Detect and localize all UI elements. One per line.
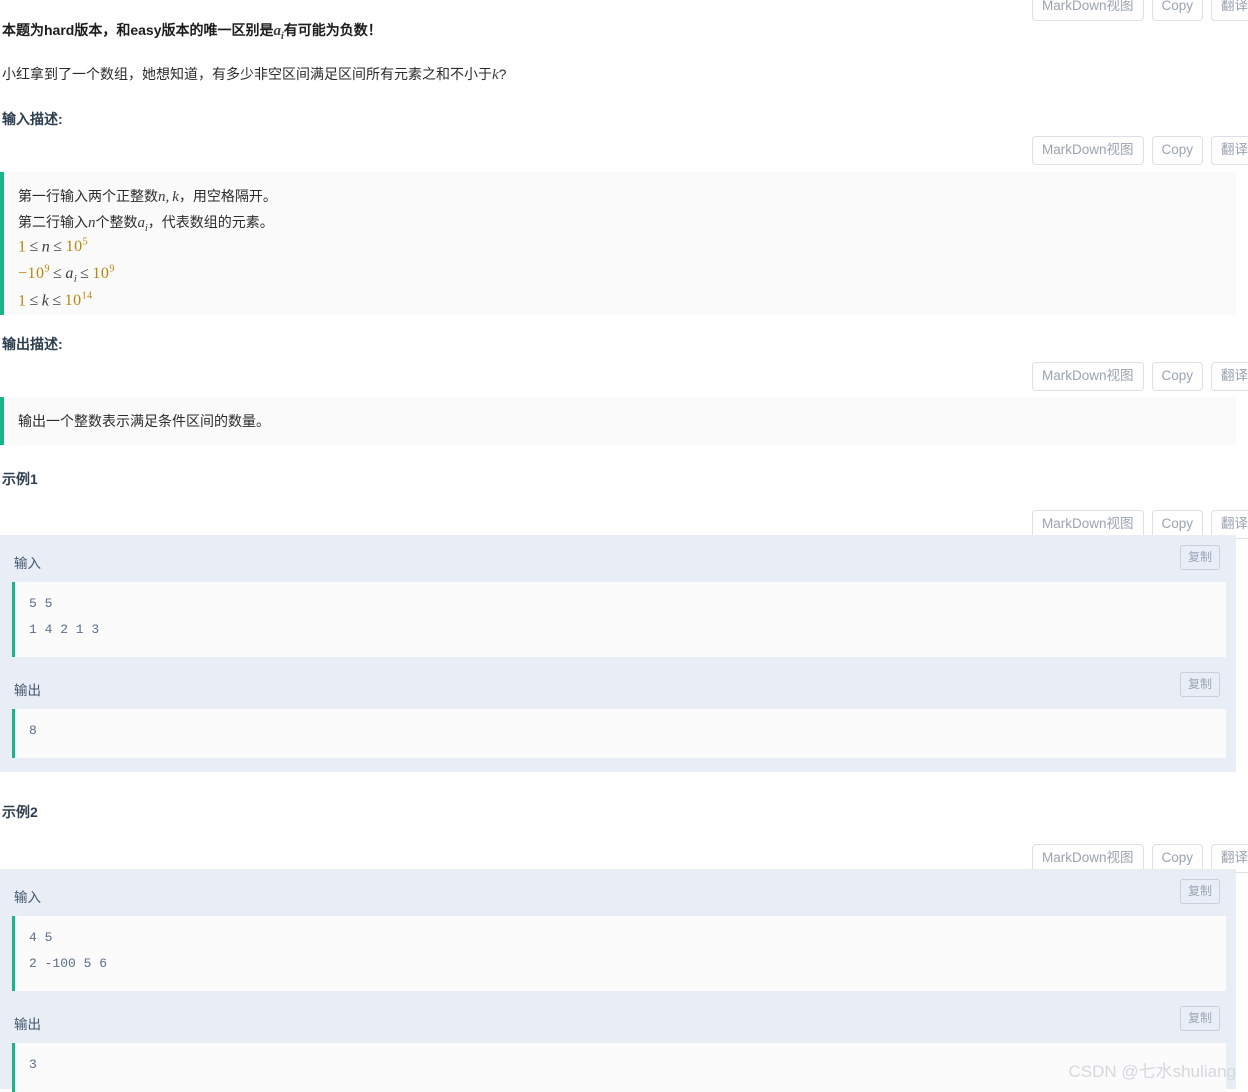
code-line: 4 5 [29, 930, 53, 945]
line1-math-n: n [158, 189, 166, 205]
output-description-title: 输出描述: [2, 336, 63, 352]
line2-math-ai: ai [137, 215, 148, 234]
example-1-output-copy-button[interactable]: 复制 [1179, 672, 1220, 697]
intro-text-post: 有可能为负数！ [283, 22, 382, 38]
c1-var: n [41, 238, 51, 256]
c3-hi: 1014 [64, 291, 93, 310]
c1-rel2: ≤ [53, 238, 63, 256]
input-description-title: 输入描述: [2, 111, 63, 127]
example-2-input-code: 4 5 2 -100 5 6 [12, 916, 1226, 991]
example-2-output-code: 3 [12, 1043, 1226, 1092]
toolbar-top: MarkDown视图 Copy 翻译 [1032, 0, 1248, 21]
input-description-block: 第一行输入两个正整数n, k，用空格隔开。 第二行输入n个整数ai，代表数组的元素… [0, 172, 1236, 315]
c2-lo: −109 [18, 264, 51, 283]
example-2-output-label: 输出 [14, 1017, 41, 1032]
code-line: 2 -100 5 6 [29, 956, 108, 971]
example-1-output-code: 8 [12, 709, 1226, 758]
code-line: 1 4 2 1 3 [29, 622, 100, 637]
toolbar-input-description: MarkDown视图 Copy 翻译 [1032, 136, 1248, 165]
line2-mid: 个整数 [95, 214, 138, 230]
problem-statement-paragraph: 小红拿到了一个数组，她想知道，有多少非空区间满足区间所有元素之和不小于k? [2, 64, 506, 84]
statement-text-post: ? [498, 66, 507, 82]
c2-rel1: ≤ [53, 265, 63, 283]
input-desc-line-1: 第一行输入两个正整数n, k，用空格隔开。 [18, 186, 277, 206]
c2-rel2: ≤ [80, 265, 90, 283]
markdown-view-button[interactable]: MarkDown视图 [1032, 0, 1144, 21]
translate-button[interactable]: 翻译 [1211, 136, 1248, 165]
example-1-box: 输入 复制 5 5 1 4 2 1 3 输出 复制 8 [0, 535, 1236, 772]
copy-button[interactable]: Copy [1151, 136, 1204, 165]
markdown-view-button[interactable]: MarkDown视图 [1032, 362, 1144, 391]
c2-hi: 109 [92, 264, 115, 283]
line1-tail: ，用空格隔开。 [178, 188, 277, 204]
output-description-block: 输出一个整数表示满足条件区间的数量。 [0, 397, 1236, 445]
line2-math-n: n [88, 215, 96, 231]
c1-lo: 1 [18, 238, 27, 256]
markdown-view-button[interactable]: MarkDown视图 [1032, 136, 1144, 165]
code-line: 5 5 [29, 596, 53, 611]
line2-tail: ，代表数组的元素。 [147, 214, 274, 230]
example-1-input-code: 5 5 1 4 2 1 3 [12, 582, 1226, 657]
copy-button[interactable]: Copy [1151, 0, 1204, 21]
toolbar-output-description: MarkDown视图 Copy 翻译 [1032, 362, 1248, 391]
c3-rel2: ≤ [52, 292, 62, 310]
line1-text: 第一行输入两个正整数 [18, 188, 158, 204]
c1-hi: 105 [65, 237, 89, 256]
intro-inline-math-ai: ai [273, 23, 284, 42]
c2-var: ai [65, 265, 78, 286]
problem-intro-paragraph: 本题为hard版本，和easy版本的唯一区别是ai有可能为负数！ [2, 20, 382, 42]
code-line: 3 [29, 1057, 37, 1072]
example-1-input-label: 输入 [14, 556, 41, 571]
statement-inline-math-k: k [492, 67, 499, 83]
constraint-line-1: 1 ≤ n ≤105 [18, 237, 88, 256]
code-line: 8 [29, 723, 37, 738]
statement-text-pre: 小红拿到了一个数组，她想知道，有多少非空区间满足区间所有元素之和不小于 [2, 66, 492, 82]
example-2-title: 示例2 [2, 804, 38, 820]
example-2-input-label: 输入 [14, 890, 41, 905]
example-1-input-copy-button[interactable]: 复制 [1179, 545, 1220, 570]
constraint-line-3: 1 ≤ k ≤1014 [18, 291, 93, 310]
example-2-output-copy-button[interactable]: 复制 [1179, 1006, 1220, 1031]
constraint-line-2: −109 ≤ ai ≤109 [18, 264, 115, 286]
example-1-title: 示例1 [2, 471, 38, 487]
copy-button[interactable]: Copy [1151, 362, 1204, 391]
c1-rel1: ≤ [29, 238, 39, 256]
line1-math-k: k [172, 189, 179, 205]
example-1-output-label: 输出 [14, 683, 41, 698]
c3-rel1: ≤ [29, 292, 39, 310]
line2-text: 第二行输入 [18, 214, 88, 230]
translate-button[interactable]: 翻译 [1211, 0, 1248, 21]
csdn-watermark: CSDN @七水shuliang [1068, 1062, 1236, 1081]
example-2-box: 输入 复制 4 5 2 -100 5 6 输出 复制 3 [0, 869, 1236, 1092]
output-desc-text: 输出一个整数表示满足条件区间的数量。 [18, 413, 270, 429]
intro-text-pre: 本题为hard版本，和easy版本的唯一区别是 [2, 22, 274, 38]
input-desc-line-2: 第二行输入n个整数ai，代表数组的元素。 [18, 212, 274, 234]
translate-button[interactable]: 翻译 [1211, 362, 1248, 391]
problem-description-page: MarkDown视图 Copy 翻译 本题为hard版本，和easy版本的唯一区… [0, 0, 1248, 1092]
example-2-input-copy-button[interactable]: 复制 [1179, 879, 1220, 904]
c3-lo: 1 [18, 292, 27, 310]
